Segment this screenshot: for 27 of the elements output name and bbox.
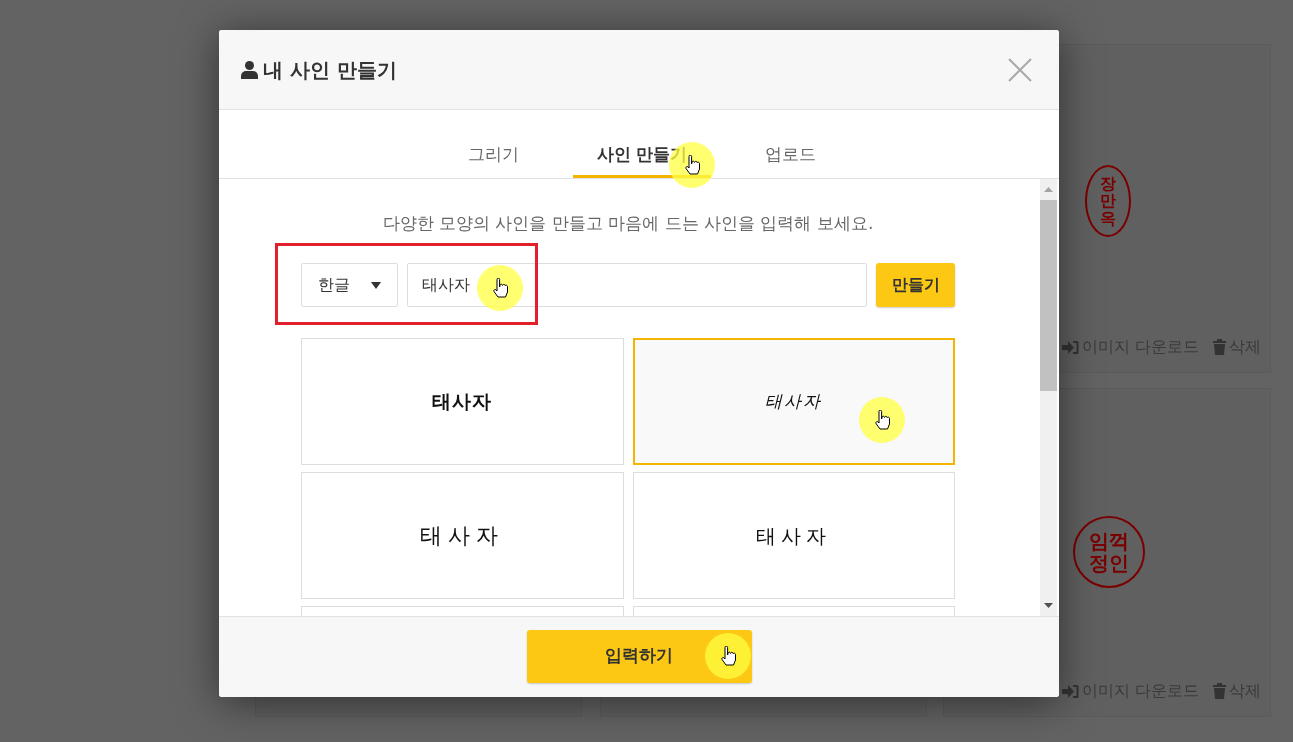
make-button[interactable]: 만들기 [876,263,955,307]
signature-option[interactable]: 태사자 [632,338,955,465]
hand-pointer-icon [492,278,508,298]
caret-icon [371,281,381,289]
scroll-down-arrow-icon[interactable] [1044,603,1053,608]
hand-pointer-icon [720,646,736,666]
stamp: 임꺽정인 [1073,516,1145,588]
user-icon [241,60,258,79]
hand-pointer-icon [684,155,700,175]
scrollbar[interactable] [1040,179,1057,616]
signature-option[interactable]: 태사자 [301,472,624,599]
tab[interactable]: 그리기 [443,134,543,178]
language-select[interactable]: 한글 [301,263,398,307]
stamp: 장만옥 [1085,165,1131,237]
tab[interactable]: 업로드 [741,134,841,178]
dialog-title: 내 사인 만들기 [263,56,397,84]
sign-in-icon [1062,339,1079,355]
hand-pointer-icon [874,410,890,430]
name-input[interactable]: 태사자 [407,263,867,307]
description-text: 다양한 모양의 사인을 만들고 마음에 드는 사인을 입력해 보세요. [381,212,875,235]
scroll-up-arrow-icon[interactable] [1044,187,1053,192]
trash-icon [1213,683,1227,699]
signature-option[interactable]: 태사자 [632,472,955,599]
close-button[interactable] [1007,56,1033,83]
signature-option[interactable]: 태사자 [301,338,624,465]
sign-in-icon [1062,683,1079,699]
trash-icon [1213,339,1227,355]
